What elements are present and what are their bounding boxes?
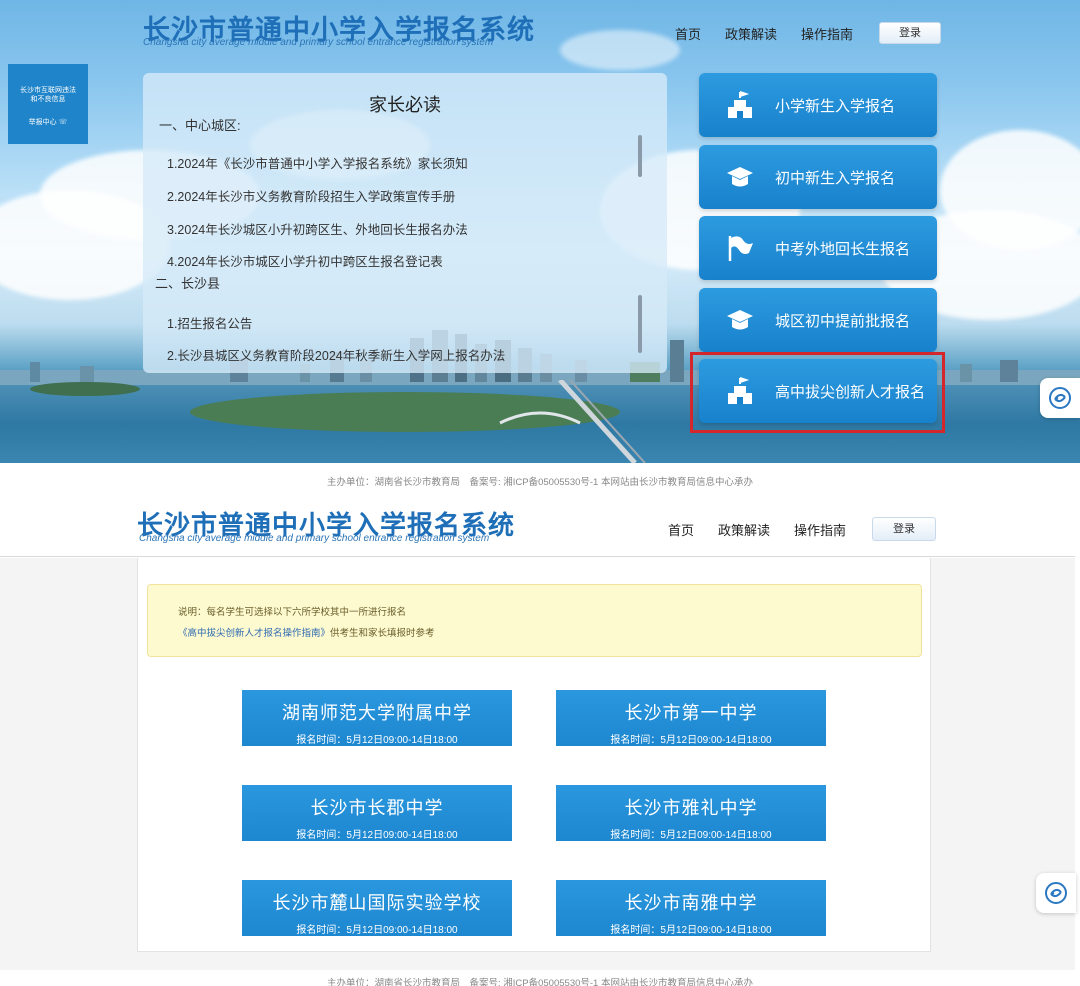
nav-home[interactable]: 首页 [668, 520, 694, 539]
registration-time: 报名时间：5月12日09:00-14日18:00 [610, 735, 772, 746]
nav-policy[interactable]: 政策解读 [718, 520, 770, 539]
top-nav: 首页 政策解读 操作指南 登录 [668, 517, 937, 541]
school-button-changsha-no1[interactable]: 长沙市第一中学 报名时间：5月12日09:00-14日18:00 [556, 690, 826, 746]
menu-button-label: 初中新生入学报名 [775, 169, 896, 187]
registration-time: 报名时间：5月12日09:00-14日18:00 [610, 925, 772, 936]
primary-school-registration-button[interactable]: 小学新生入学报名 [699, 73, 937, 137]
badge-line: 和不良信息 [30, 96, 66, 103]
returning-student-exam-registration-button[interactable]: 中考外地回长生报名 [699, 216, 937, 280]
school-button-changjun[interactable]: 长沙市长郡中学 报名时间：5月12日09:00-14日18:00 [242, 785, 512, 841]
nav-policy[interactable]: 政策解读 [725, 24, 777, 43]
notice-section-heading: 二、长沙县 [155, 276, 221, 291]
school-name: 长沙市南雅中学 [624, 893, 758, 913]
login-button[interactable]: 登录 [872, 517, 937, 541]
nav-home[interactable]: 首页 [675, 24, 701, 43]
nav-guide[interactable]: 操作指南 [801, 24, 853, 43]
school-name: 长沙市雅礼中学 [624, 798, 758, 818]
school-name: 长沙市第一中学 [624, 703, 758, 723]
school-name: 长沙市长郡中学 [310, 798, 444, 818]
accessibility-float-icon[interactable] [1036, 873, 1076, 913]
scrollbar-thumb[interactable] [638, 295, 642, 353]
notice-title: 家长必读 [369, 95, 441, 115]
graduation-cap-icon [723, 160, 757, 194]
site-footer: 主办单位：湖南省长沙市教育局 备案号: 湘ICP备05005530号-1 本网站… [327, 477, 753, 488]
flag-icon [723, 231, 757, 265]
notice-link[interactable]: 1.2024年《长沙市普通中小学入学报名系统》家长须知 [167, 153, 468, 172]
menu-button-label: 城区初中提前批报名 [775, 312, 911, 330]
report-center-badge[interactable]: 长沙市互联网违法 和不良信息 举报中心 ☏ [8, 64, 88, 144]
school-name: 湖南师范大学附属中学 [282, 703, 472, 723]
island [30, 382, 140, 396]
arch-bridge [499, 411, 581, 425]
registration-time: 报名时间：5月12日09:00-14日18:00 [610, 830, 772, 841]
notice-section-heading: 一、中心城区: [159, 118, 241, 133]
notice-link[interactable]: 2.长沙县城区义务教育阶段2024年秋季新生入学网上报名办法 [167, 345, 505, 364]
badge-line: 长沙市互联网违法 [20, 87, 76, 94]
graduation-cap-icon [723, 303, 757, 337]
notice-link[interactable]: 4.2024年长沙市城区小学升初中跨区生报名登记表 [167, 251, 443, 270]
school-button-hunan-normal-affiliated[interactable]: 湖南师范大学附属中学 报名时间：5月12日09:00-14日18:00 [242, 690, 512, 746]
highlight-annotation-box [690, 352, 945, 433]
login-button[interactable]: 登录 [879, 22, 942, 44]
menu-button-label: 小学新生入学报名 [775, 97, 896, 115]
menu-button-label: 中考外地回长生报名 [775, 240, 911, 258]
scrollbar-thumb[interactable] [638, 135, 642, 177]
parent-notice-panel: 家长必读 一、中心城区: 1.2024年《长沙市普通中小学入学报名系统》家长须知… [143, 73, 667, 373]
notice-link[interactable]: 1.招生报名公告 [167, 313, 252, 332]
accessibility-float-icon[interactable] [1040, 378, 1080, 418]
school-button-lushan-international[interactable]: 长沙市麓山国际实验学校 报名时间：5月12日09:00-14日18:00 [242, 880, 512, 936]
registration-time: 报名时间：5月12日09:00-14日18:00 [296, 925, 458, 936]
school-name: 长沙市麓山国际实验学校 [272, 893, 482, 913]
cloud-decoration [560, 30, 680, 70]
registration-time: 报名时间：5月12日09:00-14日18:00 [296, 830, 458, 841]
notice-link[interactable]: 2.2024年长沙市义务教育阶段招生入学政策宣传手册 [167, 186, 455, 205]
site-footer: 主办单位：湖南省长沙市教育局 备案号: 湘ICP备05005530号-1 本网站… [327, 978, 753, 986]
tip-text: 说明：每名学生可选择以下六所学校其中一所进行报名 [178, 607, 407, 618]
badge-line: 举报中心 ☏ [28, 119, 68, 126]
school-button-yali[interactable]: 长沙市雅礼中学 报名时间：5月12日09:00-14日18:00 [556, 785, 826, 841]
tip-text: 供考生和家长填报时参考 [330, 628, 435, 639]
operation-guide-link[interactable]: 《高中拔尖创新人才报名操作指南》 [178, 628, 330, 639]
nav-guide[interactable]: 操作指南 [794, 520, 846, 539]
early-batch-registration-button[interactable]: 城区初中提前批报名 [699, 288, 937, 352]
tip-text-line: 《高中拔尖创新人才报名操作指南》供考生和家长填报时参考 [178, 625, 435, 639]
instruction-tip-box: 说明：每名学生可选择以下六所学校其中一所进行报名 《高中拔尖创新人才报名操作指南… [147, 584, 922, 657]
school-button-nanya[interactable]: 长沙市南雅中学 报名时间：5月12日09:00-14日18:00 [556, 880, 826, 936]
notice-link[interactable]: 3.2024年长沙城区小升初跨区生、外地回长生报名办法 [167, 219, 468, 238]
top-nav: 首页 政策解读 操作指南 登录 [675, 22, 942, 44]
header-bar: 长沙市普通中小学入学报名系统 Changsha city average mid… [0, 495, 1075, 557]
site-subtitle: Changsha city average middle and primary… [143, 37, 494, 48]
registration-time: 报名时间：5月12日09:00-14日18:00 [296, 735, 458, 746]
junior-high-registration-button[interactable]: 初中新生入学报名 [699, 145, 937, 209]
site-subtitle: Changsha city average middle and primary… [139, 533, 490, 544]
school-building-icon [723, 88, 757, 122]
landing-screenshot: 长沙市普通中小学入学报名系统 Changsha city average mid… [0, 0, 1080, 463]
